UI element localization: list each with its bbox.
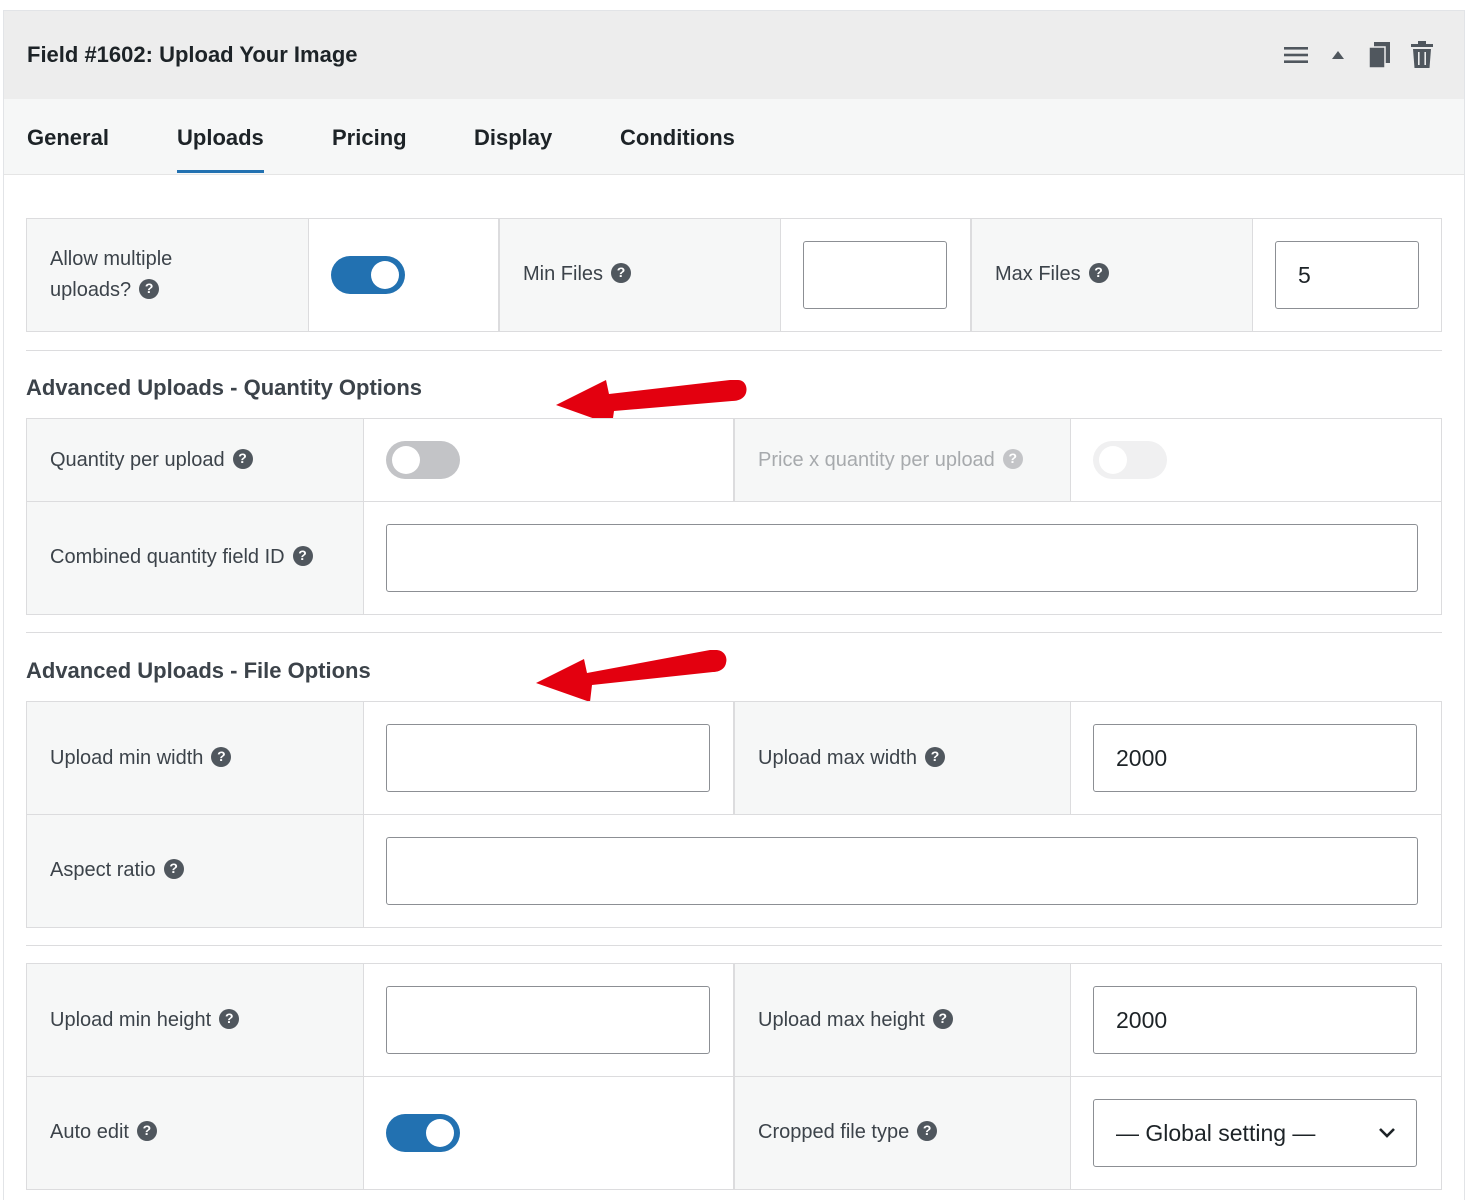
help-icon[interactable]: ?: [163, 858, 184, 879]
min-files-cell: Min Files?: [499, 219, 781, 331]
auto-edit-toggle[interactable]: [386, 1114, 460, 1152]
annotation-arrow-icon: [536, 650, 727, 702]
quantity-section-title: Advanced Uploads - Quantity Options: [26, 375, 423, 400]
max-files-cell: Max Files?: [971, 219, 1253, 331]
combined-qty-input-cell: [364, 502, 1441, 614]
allow-multiple-toggle-cell: [309, 219, 499, 331]
trash-icon[interactable]: [1408, 41, 1436, 69]
toggle-knob: [426, 1119, 454, 1147]
help-icon[interactable]: ?: [136, 1120, 157, 1141]
auto-edit-label: Auto edit: [50, 1121, 129, 1143]
max-height-cell: Upload max height?: [734, 964, 1071, 1077]
help-icon[interactable]: ?: [917, 1120, 938, 1141]
toggle-knob: [1099, 446, 1127, 474]
combined-qty-label: Combined quantity field ID: [50, 546, 285, 568]
price-x-qty-toggle-cell: [1071, 419, 1441, 502]
cropped-type-cell: Cropped file type?: [734, 1077, 1071, 1189]
max-files-input-cell: 5: [1253, 219, 1441, 331]
min-width-cell: Upload min width?: [27, 702, 364, 815]
divider: [26, 350, 1442, 351]
auto-edit-cell: Auto edit?: [27, 1077, 364, 1189]
quantity-options-table: Quantity per upload? Price x quantity pe…: [26, 418, 1442, 615]
price-x-qty-cell: Price x quantity per upload?: [734, 419, 1071, 502]
aspect-ratio-input[interactable]: [386, 837, 1418, 905]
min-files-input-cell: [781, 219, 971, 331]
help-icon[interactable]: ?: [292, 545, 313, 566]
qty-per-upload-toggle-cell: [364, 419, 734, 502]
uploads-row: Allow multiple uploads?? Min Files? Max …: [26, 218, 1442, 332]
tab-bar: General Uploads Pricing Display Conditio…: [4, 99, 1464, 175]
max-files-input[interactable]: 5: [1275, 241, 1419, 309]
help-icon[interactable]: ?: [924, 746, 945, 767]
min-height-input[interactable]: [386, 986, 710, 1054]
chevron-down-icon: [1379, 1128, 1395, 1138]
help-icon[interactable]: ?: [232, 448, 253, 469]
max-files-label: Max Files: [995, 263, 1081, 285]
min-width-input[interactable]: [386, 724, 710, 792]
file-section-title: Advanced Uploads - File Options: [26, 658, 371, 683]
max-width-cell: Upload max width?: [734, 702, 1071, 815]
cropped-type-value: — Global setting —: [1116, 1119, 1316, 1146]
menu-icon[interactable]: [1282, 41, 1310, 69]
tab-conditions[interactable]: Conditions: [620, 125, 735, 173]
price-x-qty-label: Price x quantity per upload: [758, 449, 995, 471]
field-header[interactable]: Field #1602: Upload Your Image: [4, 11, 1464, 99]
max-height-label: Upload max height: [758, 1009, 925, 1031]
min-height-label: Upload min height: [50, 1009, 212, 1031]
toggle-knob: [371, 261, 399, 289]
divider: [26, 945, 1442, 946]
cropped-type-label: Cropped file type: [758, 1121, 910, 1143]
allow-multiple-label: Allow multiple: [50, 248, 173, 270]
min-width-input-cell: [364, 702, 734, 815]
combined-qty-input[interactable]: [386, 524, 1418, 592]
field-title: Field #1602: Upload Your Image: [27, 42, 358, 67]
aspect-ratio-label: Aspect ratio: [50, 859, 156, 881]
help-icon[interactable]: ?: [1002, 448, 1023, 469]
aspect-ratio-cell: Aspect ratio?: [27, 815, 364, 927]
min-height-cell: Upload min height?: [27, 964, 364, 1077]
help-icon[interactable]: ?: [219, 1008, 240, 1029]
toggle-knob: [392, 446, 420, 474]
file-options-table: Upload min width? Upload max width? 2000…: [26, 701, 1442, 928]
help-icon[interactable]: ?: [139, 278, 160, 299]
allow-multiple-toggle[interactable]: [331, 256, 405, 294]
divider: [26, 632, 1442, 633]
max-width-input[interactable]: 2000: [1093, 724, 1417, 792]
min-files-label: Min Files: [523, 263, 604, 285]
min-height-input-cell: [364, 964, 734, 1077]
tab-uploads[interactable]: Uploads: [177, 125, 264, 173]
help-icon[interactable]: ?: [1088, 262, 1109, 283]
tab-general[interactable]: General: [27, 125, 109, 173]
allow-multiple-label-2: uploads?: [50, 279, 132, 301]
combined-qty-cell: Combined quantity field ID?: [27, 502, 364, 614]
max-height-input-cell: 2000: [1071, 964, 1441, 1077]
qty-per-upload-toggle[interactable]: [386, 441, 460, 479]
dimension-options-table: Upload min height? Upload max height? 20…: [26, 963, 1442, 1190]
tab-pricing[interactable]: Pricing: [332, 125, 407, 173]
auto-edit-toggle-cell: [364, 1077, 734, 1189]
help-icon[interactable]: ?: [932, 1008, 953, 1029]
help-icon[interactable]: ?: [211, 746, 232, 767]
max-width-label: Upload max width: [758, 747, 917, 769]
qty-per-upload-cell: Quantity per upload?: [27, 419, 364, 502]
tab-display[interactable]: Display: [474, 125, 552, 173]
duplicate-icon[interactable]: [1366, 41, 1394, 69]
price-x-qty-toggle[interactable]: [1093, 441, 1167, 479]
help-icon[interactable]: ?: [611, 262, 632, 283]
max-width-input-cell: 2000: [1071, 702, 1441, 815]
allow-multiple-cell: Allow multiple uploads??: [27, 219, 309, 331]
header-actions: [1282, 41, 1436, 69]
qty-per-upload-label: Quantity per upload: [50, 449, 225, 471]
collapse-arrow-icon[interactable]: [1324, 41, 1352, 69]
cropped-type-select[interactable]: — Global setting —: [1093, 1099, 1417, 1167]
max-height-input[interactable]: 2000: [1093, 986, 1417, 1054]
cropped-type-select-cell: — Global setting —: [1071, 1077, 1441, 1189]
aspect-ratio-input-cell: [364, 815, 1441, 927]
min-width-label: Upload min width: [50, 747, 204, 769]
min-files-input[interactable]: [803, 241, 947, 309]
